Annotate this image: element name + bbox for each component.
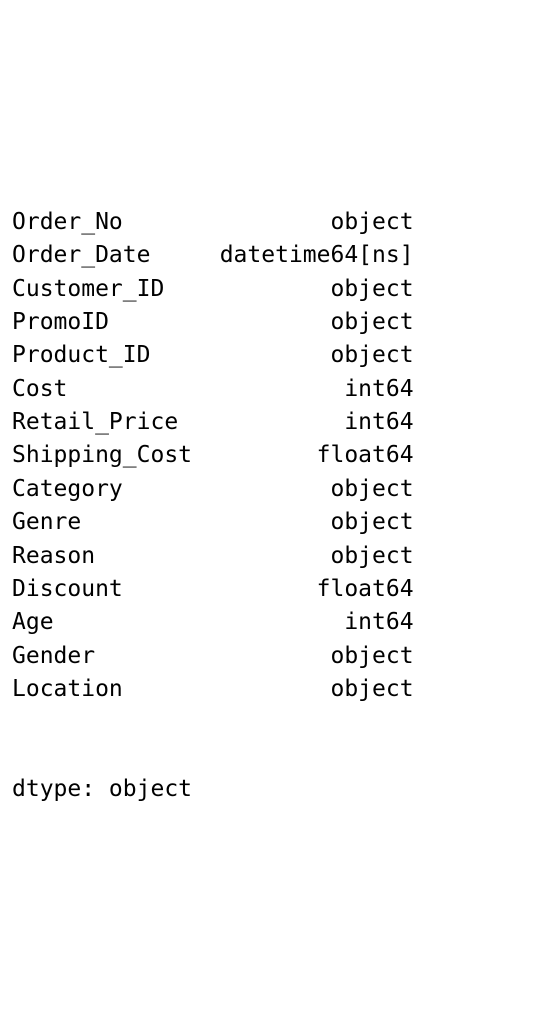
column-name: Category: [12, 473, 220, 506]
column-dtype: object: [220, 640, 414, 673]
dtype-row: Locationobject: [12, 673, 536, 706]
column-dtype: object: [220, 339, 414, 372]
dtype-row: Shipping_Costfloat64: [12, 439, 536, 472]
column-dtype: object: [220, 540, 414, 573]
column-name: Product_ID: [12, 339, 220, 372]
column-dtype: object: [220, 206, 414, 239]
column-dtype: float64: [220, 573, 414, 606]
dtype-row: Retail_Priceint64: [12, 406, 536, 439]
dtype-row: Costint64: [12, 373, 536, 406]
dtype-row: Order_Noobject: [12, 206, 536, 239]
dtype-row: Genreobject: [12, 506, 536, 539]
column-name: Retail_Price: [12, 406, 220, 439]
column-name: PromoID: [12, 306, 220, 339]
column-dtype: object: [220, 673, 414, 706]
column-dtype: object: [220, 506, 414, 539]
column-name: Order_Date: [12, 239, 220, 272]
column-name: Customer_ID: [12, 273, 220, 306]
dtype-row: Categoryobject: [12, 473, 536, 506]
column-name: Genre: [12, 506, 220, 539]
column-name: Cost: [12, 373, 220, 406]
dtypes-output: Order_NoobjectOrder_Datedatetime64[ns]Cu…: [12, 139, 536, 839]
column-name: Location: [12, 673, 220, 706]
column-name: Reason: [12, 540, 220, 573]
column-dtype: object: [220, 473, 414, 506]
dtype-row: Customer_IDobject: [12, 273, 536, 306]
column-name: Shipping_Cost: [12, 439, 220, 472]
column-dtype: datetime64[ns]: [220, 239, 414, 272]
dtype-row: Ageint64: [12, 606, 536, 639]
dtype-row: Discountfloat64: [12, 573, 536, 606]
column-name: Age: [12, 606, 220, 639]
column-dtype: int64: [220, 373, 414, 406]
dtype-row: Product_IDobject: [12, 339, 536, 372]
column-name: Discount: [12, 573, 220, 606]
column-dtype: object: [220, 306, 414, 339]
dtype-row: Order_Datedatetime64[ns]: [12, 239, 536, 272]
column-dtype: float64: [220, 439, 414, 472]
column-dtype: object: [220, 273, 414, 306]
dtype-row: Reasonobject: [12, 540, 536, 573]
column-name: Gender: [12, 640, 220, 673]
column-dtype: int64: [220, 406, 414, 439]
dtype-row: Genderobject: [12, 640, 536, 673]
dtype-footer: dtype: object: [12, 773, 536, 806]
column-name: Order_No: [12, 206, 220, 239]
dtype-row: PromoIDobject: [12, 306, 536, 339]
column-dtype: int64: [220, 606, 414, 639]
